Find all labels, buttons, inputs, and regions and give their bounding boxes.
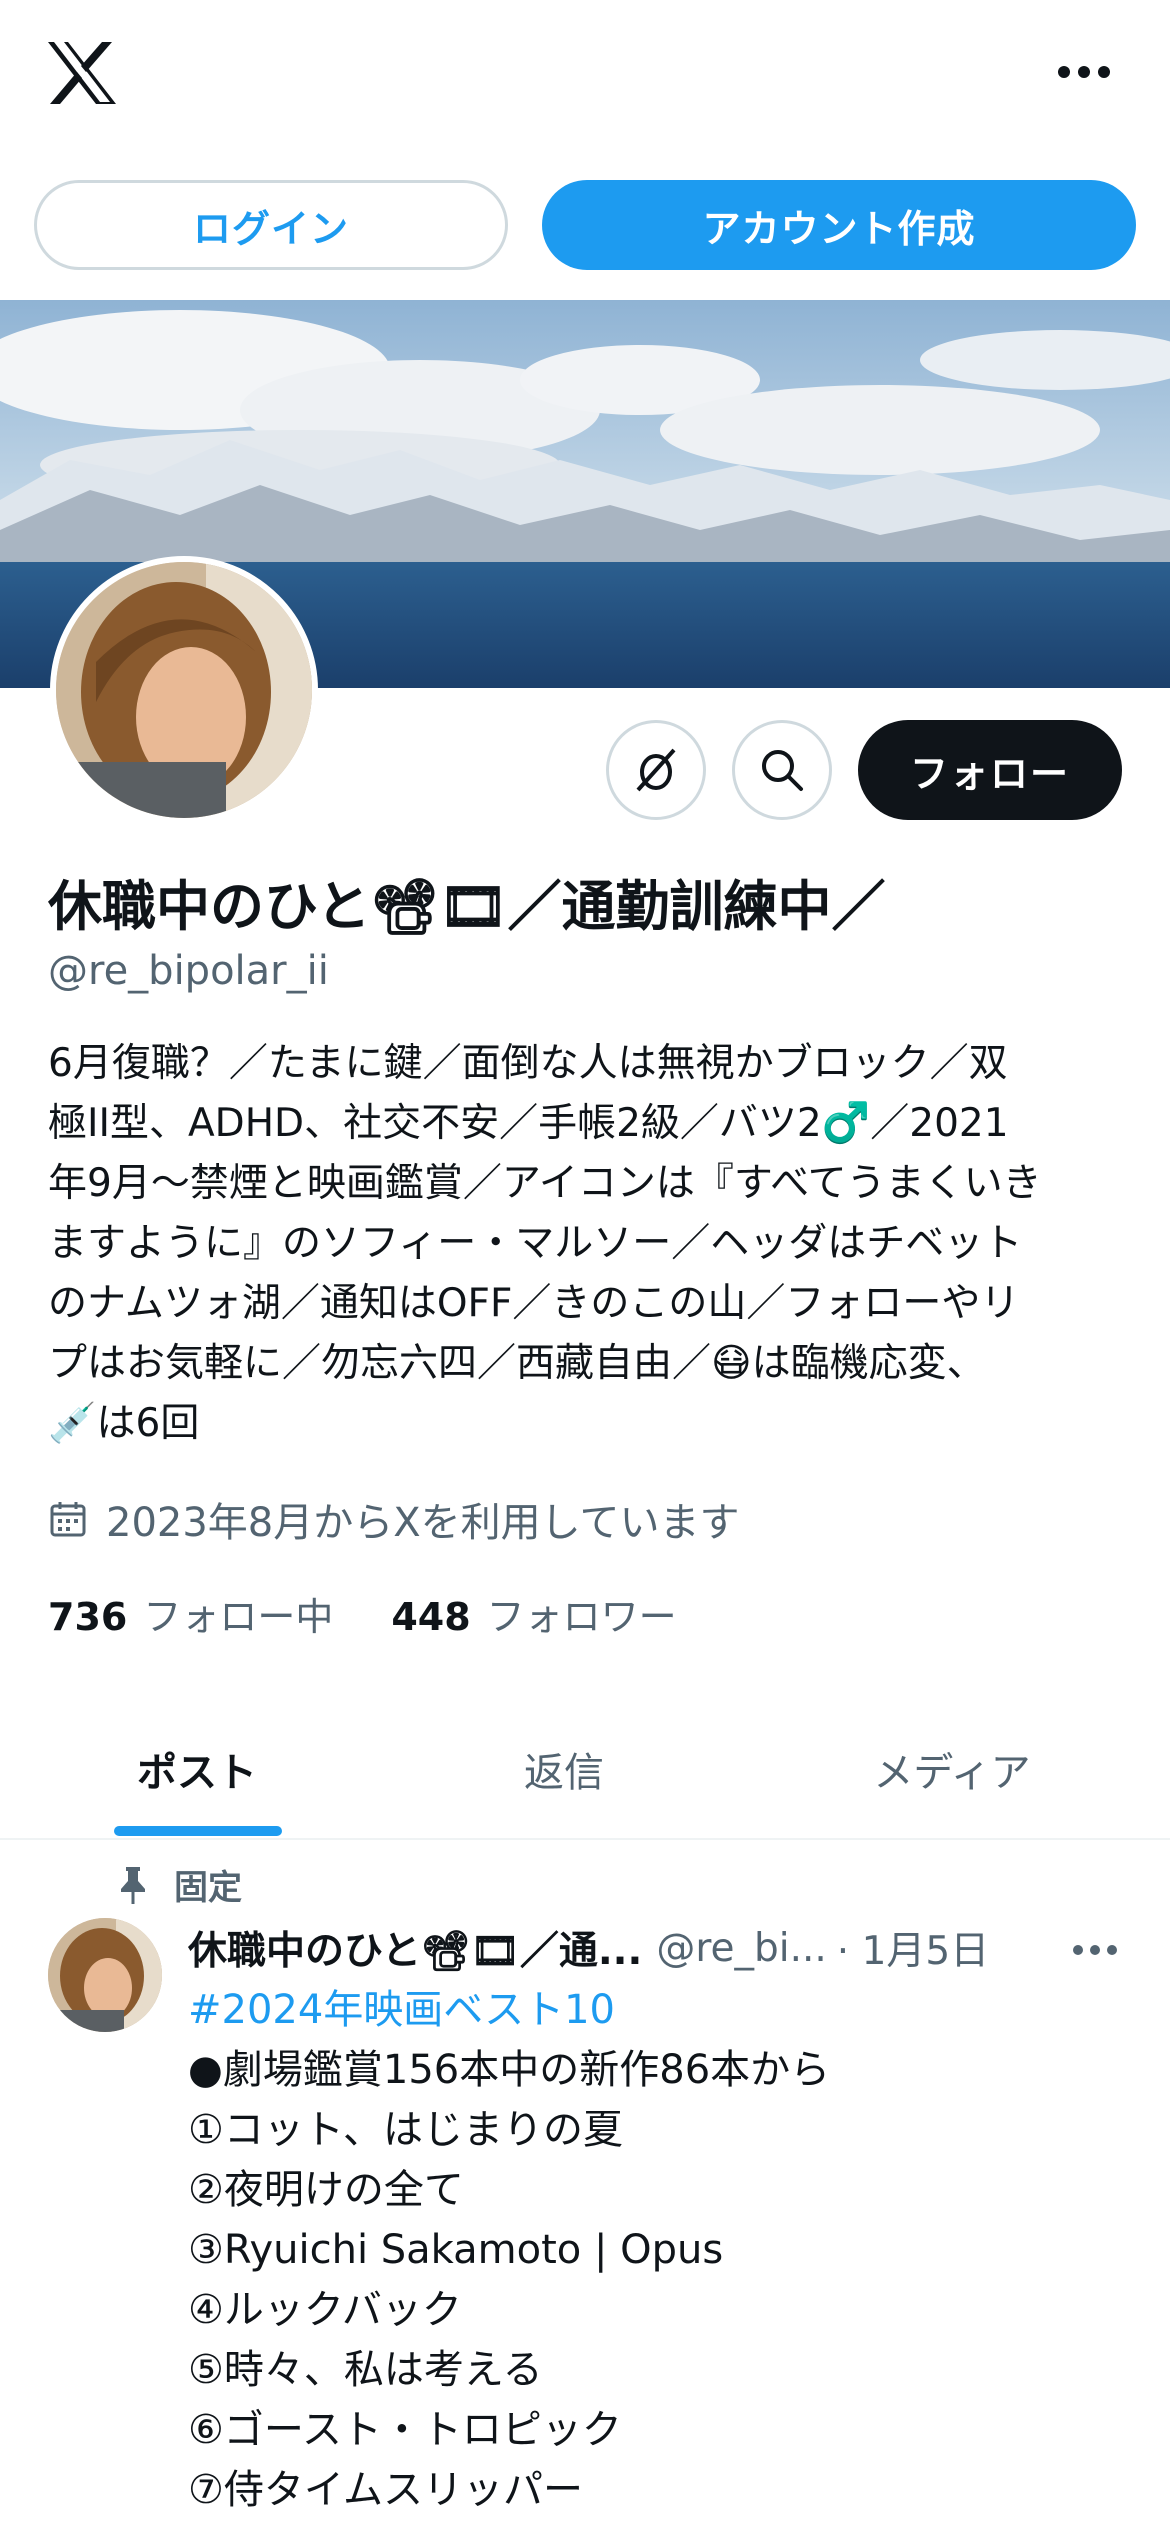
followers-link[interactable]: 448 フォロワー (391, 1586, 676, 1641)
follow-button[interactable]: フォロー (858, 720, 1122, 820)
calendar-icon (50, 1502, 86, 1537)
followers-count: 448 (391, 1595, 471, 1639)
bio-line: 年9月〜禁煙と映画鑑賞／アイコンは『すべてうまくいき (48, 1161, 1042, 1206)
profile-bio: 6月復職？／たまに鍵／面倒な人は無視かブロック／双 極II型、ADHD、社交不安… (48, 1034, 1128, 1454)
pinned-label: 固定 (174, 1868, 242, 1908)
following-link[interactable]: 736 フォロー中 (48, 1586, 333, 1641)
pinned-indicator: 固定 (118, 1860, 242, 1909)
post-line: ●劇場鑑賞156本中の新作86本から (188, 2047, 831, 2093)
post-line: ⑦侍タイムスリッパー (188, 2467, 584, 2513)
profile-tabs: ポスト 返信 メディア (0, 1700, 1170, 1840)
post-text: #2024年映画ベスト10 ●劇場鑑賞156本中の新作86本から ①コット、はじ… (188, 1980, 1148, 2520)
pin-icon (121, 1866, 145, 1904)
tab-posts[interactable]: ポスト (0, 1700, 394, 1838)
more-options-icon[interactable] (1054, 52, 1114, 92)
user-handle: @re_bipolar_ii (48, 948, 329, 994)
post-line: ⑥ゴースト・トロピック (188, 2407, 622, 2453)
post-author-avatar[interactable] (48, 1918, 162, 2032)
post-line: ④ルックバック (188, 2287, 462, 2333)
hashtag-link[interactable]: #2024年映画ベスト10 (188, 1980, 1148, 2040)
post-line: ①コット、はじまりの夏 (188, 2107, 624, 2153)
join-date: 2023年8月からXを利用しています (48, 1490, 739, 1548)
bio-line: 💉は6回 (48, 1401, 200, 1446)
login-button[interactable]: ログイン (34, 180, 508, 270)
post-line: ⑤時々、私は考える (188, 2347, 543, 2393)
x-logo-icon[interactable] (46, 40, 118, 106)
tab-replies[interactable]: 返信 (394, 1700, 734, 1838)
bell-off-icon (636, 748, 676, 792)
display-name: 休職中のひと📽🎞／通勤訓練中／ (48, 875, 886, 938)
bio-line: 6月復職？／たまに鍵／面倒な人は無視かブロック／双 (48, 1041, 1008, 1086)
bio-line: のナムツォ湖／通知はOFF／きのこの山／フォローやリ (48, 1281, 1020, 1326)
notification-off-button[interactable] (606, 720, 706, 820)
bio-line: プはお気軽に／勿忘六四／西藏自由／😷は臨機応変、 (48, 1341, 986, 1386)
active-tab-indicator (114, 1826, 282, 1836)
create-account-button[interactable]: アカウント作成 (542, 180, 1136, 270)
post-date[interactable]: · 1月5日 (837, 1920, 989, 1976)
follow-stats: 736 フォロー中 448 フォロワー (48, 1586, 677, 1641)
bio-line: ますように』のソフィー・マルソー／ヘッダはチベット (48, 1221, 1023, 1266)
search-profile-button[interactable] (732, 720, 832, 820)
post-line: ③Ryuichi Sakamoto | Opus (188, 2227, 724, 2273)
followers-label: フォロワー (486, 1595, 677, 1639)
following-label: フォロー中 (143, 1595, 334, 1639)
bio-line: 極II型、ADHD、社交不安／手帳2級／バツ2♂️／2021 (48, 1101, 1009, 1146)
post-line: ②夜明けの全て (188, 2167, 464, 2213)
post-more-icon[interactable] (1070, 1930, 1120, 1970)
post-author-handle[interactable]: @re_bi... (656, 1926, 826, 1971)
tab-media[interactable]: メディア (734, 1700, 1170, 1838)
search-icon (762, 750, 803, 791)
profile-avatar[interactable] (50, 556, 318, 824)
following-count: 736 (48, 1595, 128, 1639)
tab-divider (0, 1838, 1170, 1840)
join-date-text: 2023年8月からXを利用しています (106, 1500, 740, 1546)
post-author-name[interactable]: 休職中のひと📽🎞／通... (188, 1920, 642, 1976)
post-header: 休職中のひと📽🎞／通... @re_bi... · 1月5日 (188, 1918, 1128, 1978)
